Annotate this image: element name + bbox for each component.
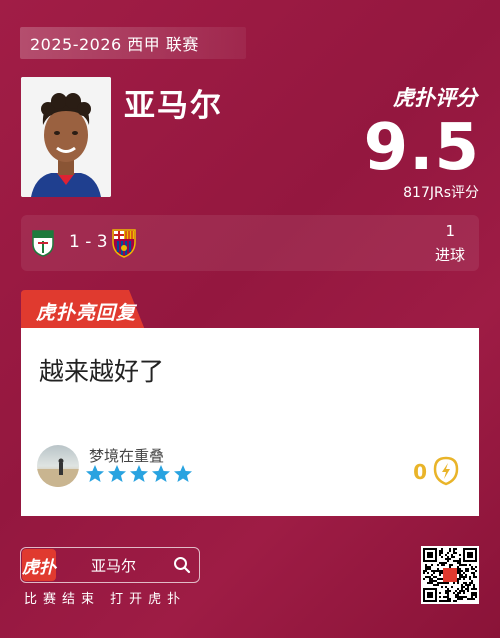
star-icon bbox=[130, 465, 148, 482]
search-text: 亚马尔 bbox=[91, 557, 137, 575]
rating-count: 817JRs评分 bbox=[403, 185, 479, 201]
avatar[interactable] bbox=[37, 445, 79, 487]
match-score: 1 - 3 bbox=[69, 232, 108, 252]
tagline: 比赛结束 打开虎扑 bbox=[24, 592, 187, 607]
like-count: 0 bbox=[413, 460, 427, 484]
star-icon bbox=[86, 465, 104, 482]
lightning-icon[interactable] bbox=[433, 456, 459, 486]
goals-label: 进球 bbox=[434, 246, 465, 264]
star-rating bbox=[85, 464, 193, 484]
star-icon bbox=[174, 465, 192, 482]
username[interactable]: 梦境在重叠 bbox=[89, 445, 164, 466]
player-photo bbox=[21, 77, 111, 197]
reply-text: 越来越好了 bbox=[39, 357, 165, 386]
hupu-logo: 虎扑 bbox=[22, 549, 56, 581]
star-icon bbox=[108, 465, 126, 482]
qr-code bbox=[421, 546, 479, 604]
match-summary[interactable]: 1 - 3 1 进球 bbox=[21, 215, 479, 271]
reply-card: 越来越好了 梦境在重叠 0 bbox=[21, 328, 479, 516]
highlight-reply-tab: 虎扑亮回复 bbox=[21, 290, 145, 330]
star-icon bbox=[152, 465, 170, 482]
reply-tab-label: 虎扑亮回复 bbox=[36, 302, 137, 324]
player-name: 亚马尔 bbox=[124, 88, 223, 124]
search-box[interactable]: 虎扑 亚马尔 bbox=[20, 547, 200, 583]
rating-score: 9.5 bbox=[363, 111, 480, 185]
barcelona-crest-icon bbox=[111, 228, 137, 258]
season-label: 2025-2026 西甲 联赛 bbox=[20, 27, 246, 59]
elche-crest-icon bbox=[30, 229, 56, 257]
goals-value: 1 bbox=[445, 222, 455, 240]
search-icon[interactable] bbox=[173, 556, 191, 574]
